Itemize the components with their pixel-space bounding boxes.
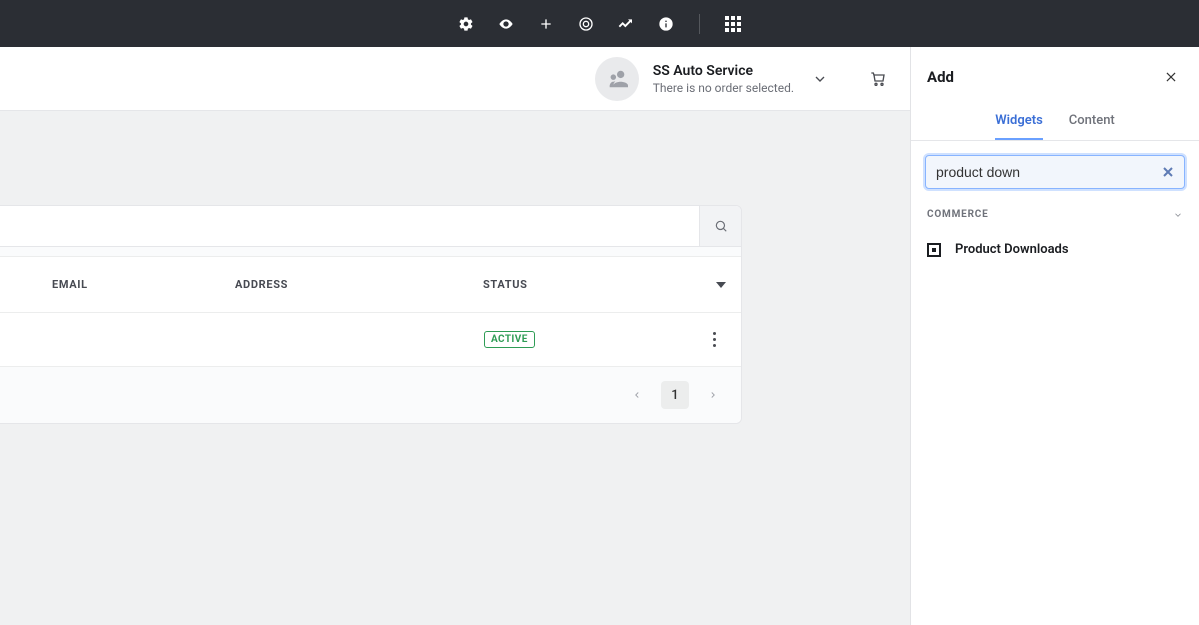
card-search-input[interactable] [0,206,699,246]
pager-prev-button[interactable] [623,381,651,409]
sidepanel-title: Add [927,68,954,86]
clear-search-icon[interactable] [1160,164,1176,180]
widget-search-input[interactable] [936,164,1156,180]
account-text: SS Auto Service There is no order select… [653,63,794,95]
sidepanel-tabs: Widgets Content [911,107,1199,141]
row-actions-button[interactable] [706,328,722,352]
header-strip: SS Auto Service There is no order select… [0,47,910,111]
top-toolbar [0,0,1199,47]
add-sidepanel: Add Widgets Content COMMERCE Product Dow… [910,47,1199,625]
chevron-down-icon [1173,205,1183,224]
widget-icon [927,243,941,257]
info-icon[interactable] [657,15,675,33]
analytics-icon[interactable] [617,15,635,33]
widget-search [925,155,1185,189]
tab-content[interactable]: Content [1069,113,1115,140]
account-name: SS Auto Service [653,63,794,79]
chevron-down-icon[interactable] [808,67,832,91]
column-email[interactable]: EMAIL [52,278,88,291]
section-label: COMMERCE [927,209,989,220]
pager-page[interactable]: 1 [661,381,689,409]
section-commerce[interactable]: COMMERCE [911,201,1199,234]
widget-result-item[interactable]: Product Downloads [911,234,1199,265]
sort-caret-icon[interactable] [716,275,726,294]
tab-widgets[interactable]: Widgets [995,113,1043,140]
table-header: EMAIL ADDRESS STATUS [0,257,741,313]
cart-icon[interactable] [866,67,890,91]
account-switcher[interactable]: SS Auto Service There is no order select… [595,57,890,101]
column-status[interactable]: STATUS [483,278,528,291]
table-row[interactable]: ACTIVE [0,313,741,367]
target-icon[interactable] [577,15,595,33]
eye-icon[interactable] [497,15,515,33]
column-address[interactable]: ADDRESS [235,278,288,291]
main-content: EMAIL ADDRESS STATUS ACTIVE 1 [0,111,910,625]
status-badge: ACTIVE [484,331,535,348]
plus-icon[interactable] [537,15,555,33]
filter-strip [0,247,741,257]
pager: 1 [0,367,741,423]
account-sub: There is no order selected. [653,81,794,95]
search-button[interactable] [699,206,741,246]
apps-grid-icon[interactable] [724,15,742,33]
close-icon[interactable] [1161,67,1181,87]
avatar-icon [595,57,639,101]
toolbar-divider [699,14,700,34]
widget-result-label: Product Downloads [955,242,1069,257]
pager-next-button[interactable] [699,381,727,409]
data-card: EMAIL ADDRESS STATUS ACTIVE 1 [0,205,742,424]
gear-icon[interactable] [457,15,475,33]
sidepanel-header: Add [911,47,1199,107]
card-search-row [0,206,741,247]
